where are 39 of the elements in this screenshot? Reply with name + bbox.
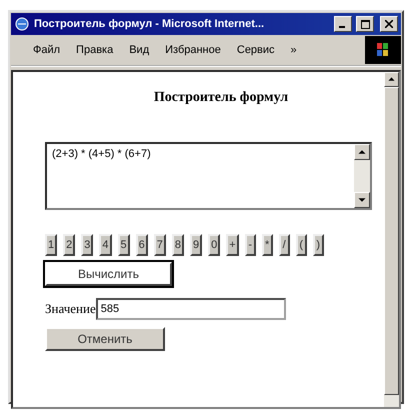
- result-label: Значение: [45, 301, 96, 317]
- key-button[interactable]: 2: [63, 234, 76, 256]
- result-field[interactable]: 585: [96, 298, 286, 320]
- browser-icon: [14, 16, 30, 32]
- menu-item[interactable]: Файл: [25, 42, 68, 58]
- key-button[interactable]: (: [296, 234, 307, 256]
- window-title: Построитель формул - Microsoft Internet...: [34, 18, 266, 30]
- key-button[interactable]: /: [278, 234, 290, 256]
- minimize-button[interactable]: [334, 16, 352, 32]
- key-button[interactable]: *: [262, 234, 273, 256]
- key-button[interactable]: 1: [45, 234, 58, 256]
- scroll-down-icon[interactable]: [354, 192, 370, 208]
- formula-textarea[interactable]: (2+3) * (4+5) * (6+7): [45, 142, 372, 210]
- key-button[interactable]: 0: [208, 234, 220, 256]
- key-button[interactable]: 4: [99, 234, 112, 256]
- menu-item[interactable]: Избранное: [157, 42, 229, 58]
- reset-button[interactable]: Отменить: [45, 327, 165, 351]
- menu-item[interactable]: Правка: [68, 42, 122, 58]
- menu-item[interactable]: »: [282, 42, 305, 58]
- key-button[interactable]: 6: [136, 234, 148, 256]
- key-button[interactable]: 9: [190, 234, 202, 256]
- page-heading: Построитель формул: [152, 90, 290, 106]
- menu-item[interactable]: Сервис: [228, 42, 283, 58]
- maximize-button[interactable]: [356, 16, 374, 32]
- key-button[interactable]: 7: [154, 234, 166, 256]
- scroll-up-icon[interactable]: [384, 72, 399, 87]
- key-button[interactable]: 3: [81, 234, 94, 256]
- close-button[interactable]: [380, 16, 398, 32]
- scrollbar[interactable]: [354, 144, 370, 208]
- calculate-button[interactable]: Вычислить: [45, 262, 172, 286]
- key-button[interactable]: 5: [118, 234, 130, 256]
- key-button[interactable]: ): [312, 234, 324, 256]
- maximize-icon: [360, 20, 370, 28]
- scroll-up-icon[interactable]: [354, 144, 370, 160]
- close-icon: [385, 20, 393, 28]
- key-button[interactable]: -: [244, 234, 256, 256]
- key-button[interactable]: +: [226, 234, 239, 256]
- menu-item[interactable]: Вид: [121, 42, 158, 58]
- key-button[interactable]: 8: [172, 234, 184, 256]
